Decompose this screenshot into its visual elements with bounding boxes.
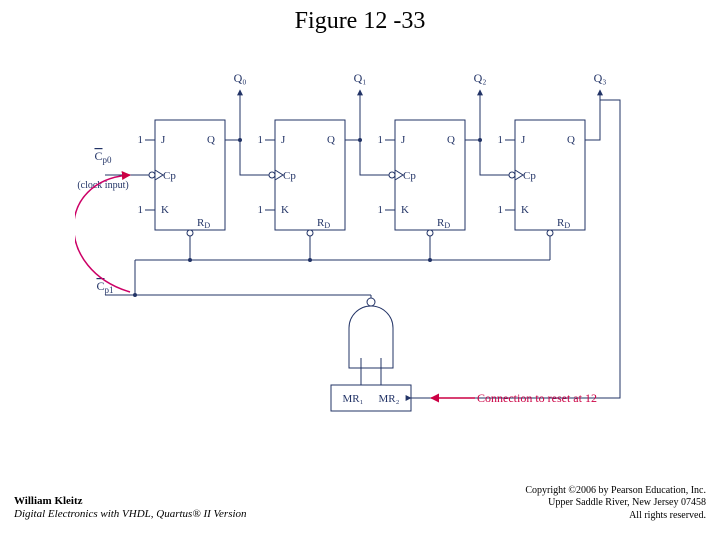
q-label-0: Q	[207, 134, 215, 146]
author-name: William Kleitz	[14, 495, 247, 509]
mr2-label: MR₂	[379, 393, 400, 405]
circuit-svg: 1 1 J K Cp Q RD 1 1 J K Cp Q RD	[75, 60, 635, 440]
book-title: Digital Electronics with VHDL, Quartus® …	[14, 508, 247, 522]
cp-label-2: Cp	[403, 170, 416, 182]
flipflop-3: 1 1 J K Cp Q RD	[498, 120, 586, 236]
k-label-1: K	[281, 204, 289, 216]
cp-label-3: Cp	[523, 170, 536, 182]
k-label-0: K	[161, 204, 169, 216]
rd-label-2: RD	[437, 217, 450, 230]
k-tie-1: 1	[258, 204, 264, 216]
rights-line: All rights reserved.	[525, 510, 706, 523]
clock-label: Cp0	[94, 149, 112, 165]
rd-label-3: RD	[557, 217, 570, 230]
figure-title: Figure 12 -33	[0, 8, 720, 35]
j-tie-0: 1	[138, 134, 144, 146]
j-tie-1: 1	[258, 134, 264, 146]
flipflop-1: 1 1 J K Cp Q RD	[258, 120, 346, 236]
q-label-3: Q	[567, 134, 575, 146]
nand-gate	[335, 295, 393, 385]
jk-ties	[145, 140, 515, 210]
q1-out: Q₁	[354, 71, 367, 85]
k-tie-2: 1	[378, 204, 384, 216]
q2-out: Q₂	[474, 71, 487, 85]
page-root: Figure 12 -33	[0, 0, 720, 540]
mr1-label: MR₁	[343, 393, 364, 405]
footer-left: William Kleitz Digital Electronics with …	[14, 495, 247, 523]
j-label-1: J	[281, 134, 286, 146]
q-label-2: Q	[447, 134, 455, 146]
k-label-2: K	[401, 204, 409, 216]
reset-feed-wires	[411, 80, 630, 405]
feedback-arc	[75, 175, 130, 292]
k-label-3: K	[521, 204, 529, 216]
reset-note: Connection to reset at 12	[477, 391, 597, 405]
circuit-figure: 1 1 J K Cp Q RD 1 1 J K Cp Q RD	[75, 60, 635, 440]
j-label-3: J	[521, 134, 526, 146]
rd-label-1: RD	[317, 217, 330, 230]
copyright-line: Copyright ©2006 by Pearson Education, In…	[525, 485, 706, 498]
j-tie-2: 1	[378, 134, 384, 146]
address-line: Upper Saddle River, New Jersey 07458	[525, 497, 706, 510]
k-tie-0: 1	[138, 204, 144, 216]
j-label-0: J	[161, 134, 166, 146]
cp-label-0: Cp	[163, 170, 176, 182]
cp-label-1: Cp	[283, 170, 296, 182]
q0-out: Q₀	[234, 71, 247, 85]
q3-out: Q₃	[594, 71, 607, 85]
flipflop-0: 1 1 J K Cp Q RD	[138, 120, 226, 236]
footer-right: Copyright ©2006 by Pearson Education, In…	[525, 485, 706, 523]
rd-bus	[135, 236, 550, 260]
j-label-2: J	[401, 134, 406, 146]
k-tie-3: 1	[498, 204, 504, 216]
flipflop-2: 1 1 J K Cp Q RD	[378, 120, 466, 236]
q-output-wires	[225, 90, 600, 175]
rd-label-0: RD	[197, 217, 210, 230]
q-label-1: Q	[327, 134, 335, 146]
j-tie-3: 1	[498, 134, 504, 146]
